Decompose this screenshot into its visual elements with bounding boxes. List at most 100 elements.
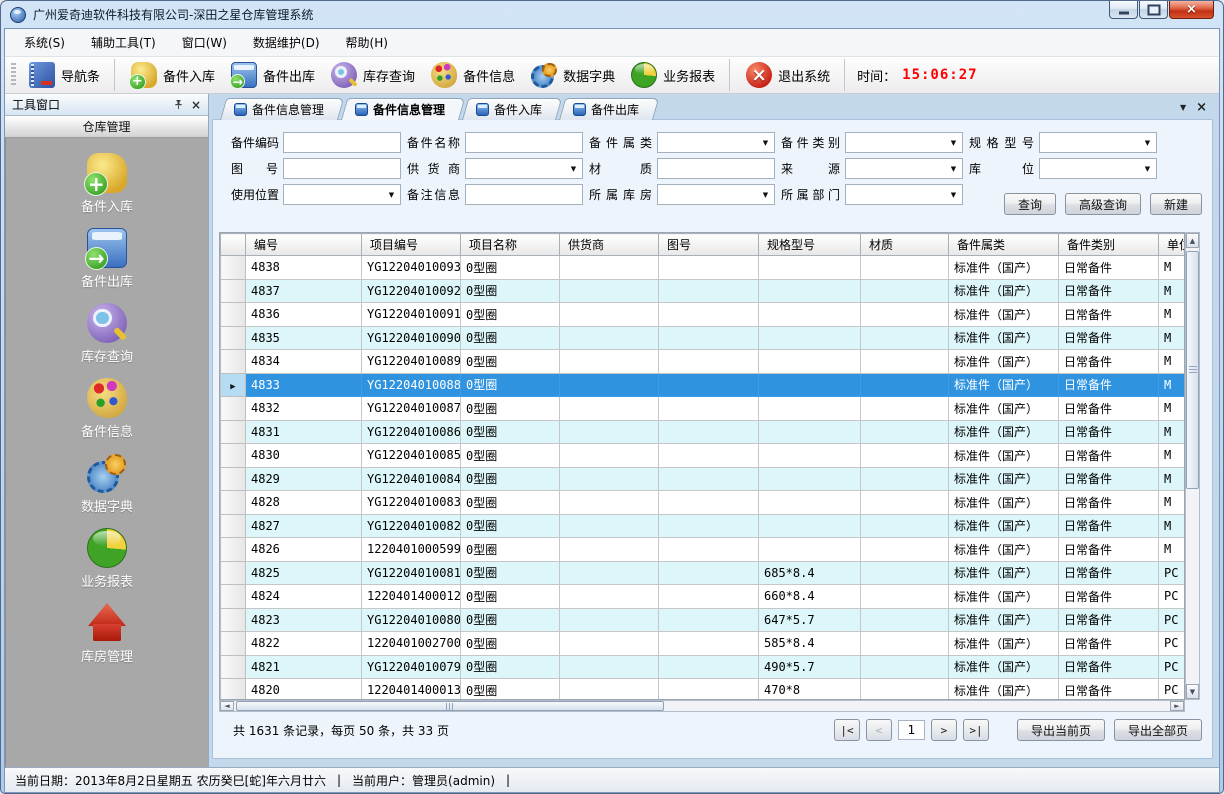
table-row[interactable]: 4823YG122040100800型圈647*5.7标准件（国产）日常备件PC bbox=[221, 608, 1186, 632]
remark-input[interactable] bbox=[466, 185, 582, 204]
row-selector[interactable] bbox=[221, 561, 246, 585]
tab-parts-info-mgmt-2[interactable]: 备件信息管理 bbox=[341, 98, 459, 120]
table-row[interactable]: 4835YG122040100900型圈标准件（国产）日常备件M bbox=[221, 326, 1186, 350]
tab-stock-out[interactable]: 备件出库 bbox=[559, 98, 653, 120]
table-row[interactable]: 4821YG122040100790型圈490*5.7标准件（国产）日常备件PC bbox=[221, 655, 1186, 679]
part-genus-select[interactable]: ▼ bbox=[657, 132, 775, 153]
table-row[interactable]: 4827YG122040100820型圈标准件（国产）日常备件M bbox=[221, 514, 1186, 538]
last-page-button[interactable]: >| bbox=[963, 719, 989, 741]
table-row[interactable]: 482012204014000130型圈470*8标准件（国产）日常备件PC bbox=[221, 679, 1186, 701]
table-row[interactable]: 4832YG122040100870型圈标准件（国产）日常备件M bbox=[221, 397, 1186, 421]
query-button[interactable]: 查询 bbox=[1004, 193, 1056, 215]
scroll-left-icon[interactable]: ◄ bbox=[220, 701, 234, 711]
column-header-drawing_no[interactable]: 图号 bbox=[659, 234, 759, 256]
close-button[interactable] bbox=[1169, 1, 1214, 19]
table-row[interactable]: 4836YG122040100910型圈标准件（国产）日常备件M bbox=[221, 303, 1186, 327]
sidebar-item-data-dict[interactable]: 数据字典 bbox=[47, 453, 167, 515]
toolbar-exit-button[interactable]: 退出系统 bbox=[738, 59, 845, 91]
menu-item-help[interactable]: 帮助(H) bbox=[335, 30, 399, 55]
column-header-spec[interactable]: 规格型号 bbox=[759, 234, 861, 256]
sidebar-item-report[interactable]: 业务报表 bbox=[47, 528, 167, 590]
menu-item-data-maintenance[interactable]: 数据维护(D) bbox=[242, 30, 331, 55]
department-select[interactable]: ▼ bbox=[845, 184, 963, 205]
row-selector[interactable] bbox=[221, 303, 246, 327]
row-selector[interactable] bbox=[221, 538, 246, 562]
sidebar-item-stock-out[interactable]: 备件出库 bbox=[47, 228, 167, 290]
tab-close-icon[interactable]: × bbox=[1196, 101, 1207, 114]
scroll-up-icon[interactable]: ▲ bbox=[1186, 233, 1199, 248]
row-selector[interactable]: ▶ bbox=[221, 373, 246, 397]
row-selector[interactable] bbox=[221, 679, 246, 701]
row-selector[interactable] bbox=[221, 467, 246, 491]
row-selector[interactable] bbox=[221, 655, 246, 679]
row-selector[interactable] bbox=[221, 256, 246, 280]
column-header-supplier[interactable]: 供货商 bbox=[560, 234, 659, 256]
source-select[interactable]: ▼ bbox=[845, 158, 963, 179]
sidebar-item-parts-info[interactable]: 备件信息 bbox=[47, 378, 167, 440]
toolbar-stock-query-button[interactable]: 库存查询 bbox=[323, 59, 423, 91]
maximize-button[interactable] bbox=[1139, 1, 1168, 19]
tab-list-chevron-down-icon[interactable]: ▼ bbox=[1180, 103, 1186, 112]
row-selector[interactable] bbox=[221, 585, 246, 609]
minimize-button[interactable] bbox=[1109, 1, 1138, 19]
spec-model-select[interactable]: ▼ bbox=[1039, 132, 1157, 153]
table-row[interactable]: 4837YG122040100920型圈标准件（国产）日常备件M bbox=[221, 279, 1186, 303]
row-selector[interactable] bbox=[221, 326, 246, 350]
toolbar-stock-out-button[interactable]: 备件出库 bbox=[223, 59, 323, 91]
warehouse-group-header[interactable]: 仓库管理 bbox=[5, 116, 208, 138]
table-row[interactable]: 4834YG122040100890型圈标准件（国产）日常备件M bbox=[221, 350, 1186, 374]
column-header-genus[interactable]: 备件属类 bbox=[949, 234, 1059, 256]
vertical-scroll-thumb[interactable] bbox=[1186, 251, 1199, 489]
row-selector[interactable] bbox=[221, 279, 246, 303]
row-selector[interactable] bbox=[221, 491, 246, 515]
tab-stock-in[interactable]: 备件入库 bbox=[462, 98, 556, 120]
horizontal-scroll-thumb[interactable] bbox=[236, 701, 664, 711]
tab-parts-info-mgmt-1[interactable]: 备件信息管理 bbox=[220, 98, 338, 120]
toolbar-stock-in-button[interactable]: 备件入库 bbox=[123, 59, 223, 91]
row-selector[interactable] bbox=[221, 608, 246, 632]
part-category-select[interactable]: ▼ bbox=[845, 132, 963, 153]
menu-item-aux-tools[interactable]: 辅助工具(T) bbox=[80, 30, 167, 55]
material-input[interactable] bbox=[658, 159, 774, 178]
page-number-input[interactable] bbox=[898, 720, 925, 740]
first-page-button[interactable]: |< bbox=[834, 719, 860, 741]
table-row[interactable]: 4825YG122040100810型圈685*8.4标准件（国产）日常备件PC bbox=[221, 561, 1186, 585]
usage-position-select[interactable]: ▼ bbox=[283, 184, 401, 205]
row-selector[interactable] bbox=[221, 350, 246, 374]
toolbar-parts-info-button[interactable]: 备件信息 bbox=[423, 59, 523, 91]
menu-item-window[interactable]: 窗口(W) bbox=[171, 30, 238, 55]
warehouse-select[interactable]: ▼ bbox=[657, 184, 775, 205]
table-row[interactable]: 4829YG122040100840型圈标准件（国产）日常备件M bbox=[221, 467, 1186, 491]
table-row[interactable]: 4828YG122040100830型圈标准件（国产）日常备件M bbox=[221, 491, 1186, 515]
column-header-material[interactable]: 材质 bbox=[861, 234, 949, 256]
column-header-unit[interactable]: 单位 bbox=[1159, 234, 1186, 256]
menu-item-system[interactable]: 系统(S) bbox=[13, 30, 76, 55]
drawing-no-input[interactable] bbox=[284, 159, 400, 178]
table-row[interactable]: 482212204010027000型圈585*8.4标准件（国产）日常备件PC bbox=[221, 632, 1186, 656]
vertical-scrollbar[interactable]: ▲ ▼ bbox=[1185, 232, 1200, 700]
location-select[interactable]: ▼ bbox=[1039, 158, 1157, 179]
toolbar-report-button[interactable]: 业务报表 bbox=[623, 59, 730, 91]
toolbar-gripper[interactable] bbox=[11, 63, 16, 87]
part-code-input[interactable] bbox=[284, 133, 400, 152]
row-selector[interactable] bbox=[221, 397, 246, 421]
sidebar-item-stock-query[interactable]: 库存查询 bbox=[47, 303, 167, 365]
export-current-page-button[interactable]: 导出当前页 bbox=[1017, 719, 1105, 741]
part-name-input[interactable] bbox=[466, 133, 582, 152]
table-row[interactable]: 4830YG122040100850型圈标准件（国产）日常备件M bbox=[221, 444, 1186, 468]
toolbar-nav-bar-button[interactable]: 导航条 bbox=[21, 59, 115, 91]
column-header-project_no[interactable]: 项目编号 bbox=[362, 234, 461, 256]
column-header-id[interactable]: 编号 bbox=[246, 234, 362, 256]
supplier-select[interactable]: ▼ bbox=[465, 158, 583, 179]
row-selector[interactable] bbox=[221, 632, 246, 656]
prev-page-button[interactable]: < bbox=[866, 719, 892, 741]
toolbar-data-dict-button[interactable]: 数据字典 bbox=[523, 59, 623, 91]
column-header-project_name[interactable]: 项目名称 bbox=[461, 234, 560, 256]
scroll-right-icon[interactable]: ► bbox=[1170, 701, 1184, 711]
new-button[interactable]: 新建 bbox=[1150, 193, 1202, 215]
tool-window-close-icon[interactable]: × bbox=[191, 99, 201, 111]
pin-icon[interactable] bbox=[173, 99, 184, 110]
table-row[interactable]: 482612204010005990型圈标准件（国产）日常备件M bbox=[221, 538, 1186, 562]
horizontal-scrollbar[interactable]: ◄ ► bbox=[219, 700, 1185, 712]
sidebar-item-stock-in[interactable]: 备件入库 bbox=[47, 153, 167, 215]
